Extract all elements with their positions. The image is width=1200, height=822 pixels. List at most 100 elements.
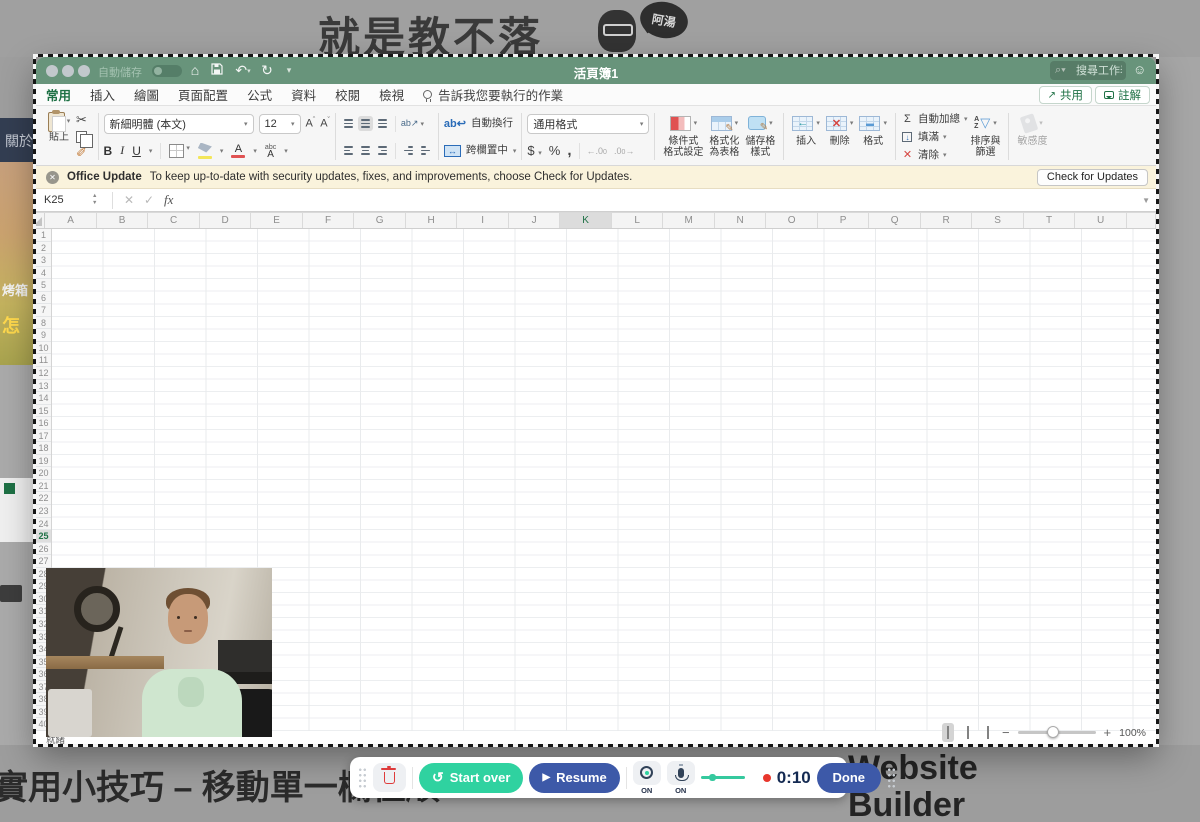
row-header-22[interactable]: 22 — [36, 492, 51, 505]
row-header-27[interactable]: 27 — [36, 555, 51, 568]
comma-style-button[interactable]: , — [567, 142, 571, 159]
row-header-3[interactable]: 3 — [36, 254, 51, 267]
column-header-J[interactable]: J — [509, 213, 561, 228]
row-header-16[interactable]: 16 — [36, 417, 51, 430]
column-header-P[interactable]: P — [818, 213, 870, 228]
column-header-D[interactable]: D — [200, 213, 252, 228]
drag-handle-left[interactable] — [358, 767, 367, 789]
column-header-K[interactable]: K — [560, 213, 612, 228]
row-header-5[interactable]: 5 — [36, 279, 51, 292]
tab-4[interactable]: 頁面配置 — [178, 85, 228, 104]
feedback-smiley-button[interactable]: ☺ — [1133, 62, 1146, 77]
font-size-select[interactable]: 12▾ — [259, 114, 301, 134]
row-header-15[interactable]: 15 — [36, 405, 51, 418]
camera-toggle[interactable]: ON — [633, 761, 661, 795]
row-header-9[interactable]: 9 — [36, 329, 51, 342]
currency-button[interactable]: $ ▾ — [527, 143, 541, 158]
fill-button[interactable]: ↓填滿▾ — [901, 128, 968, 145]
row-header-24[interactable]: 24 — [36, 518, 51, 531]
decrease-indent-button[interactable] — [401, 143, 416, 158]
row-header-6[interactable]: 6 — [36, 292, 51, 305]
row-header-26[interactable]: 26 — [36, 543, 51, 556]
cancel-entry-button[interactable]: ✕ — [124, 193, 134, 207]
column-header-L[interactable]: L — [612, 213, 664, 228]
align-bottom-button[interactable] — [375, 116, 390, 131]
zoom-slider[interactable] — [1018, 731, 1096, 734]
column-header-G[interactable]: G — [354, 213, 406, 228]
align-left-button[interactable] — [341, 143, 356, 158]
insert-function-button[interactable]: fx — [164, 192, 173, 208]
row-header-8[interactable]: 8 — [36, 317, 51, 330]
page-layout-view-button[interactable] — [962, 723, 974, 742]
row-header-7[interactable]: 7 — [36, 304, 51, 317]
tab-8[interactable]: 檢視 — [379, 85, 404, 104]
drag-handle-right[interactable] — [887, 767, 896, 789]
start-over-button[interactable]: ↺ Start over — [419, 763, 523, 793]
tell-me-button[interactable]: 告訴我您要執行的作業 — [423, 85, 563, 104]
tab-1[interactable]: 常用 — [46, 85, 71, 104]
zoom-in-button[interactable]: + — [1104, 725, 1112, 740]
borders-button[interactable]: ▾ — [169, 144, 190, 158]
fill-color-button[interactable] — [198, 143, 212, 159]
row-header-23[interactable]: 23 — [36, 505, 51, 518]
row-header-1[interactable]: 1 — [36, 229, 51, 242]
increase-font-button[interactable]: Aˆ — [306, 117, 316, 130]
comments-button[interactable]: 註解 — [1095, 86, 1150, 104]
tab-5[interactable]: 公式 — [247, 85, 272, 104]
insert-cells-button[interactable]: ←▾ 插入 — [792, 110, 820, 163]
row-header-2[interactable]: 2 — [36, 242, 51, 255]
row-header-25[interactable]: 25 — [36, 530, 51, 543]
page-break-view-button[interactable] — [982, 723, 994, 742]
formula-bar-expand-button[interactable]: ▼ — [1142, 196, 1150, 205]
delete-recording-button[interactable] — [373, 763, 406, 792]
row-header-12[interactable]: 12 — [36, 367, 51, 380]
align-right-button[interactable] — [375, 143, 390, 158]
row-header-13[interactable]: 13 — [36, 380, 51, 393]
column-header-C[interactable]: C — [148, 213, 200, 228]
font-color-button[interactable]: A — [231, 144, 245, 158]
bold-button[interactable]: B — [104, 144, 113, 158]
sort-filter-button[interactable]: AZ▽▾ 排序與 篩選 — [970, 110, 1000, 163]
row-header-21[interactable]: 21 — [36, 480, 51, 493]
conditional-formatting-button[interactable]: ▾ 條件式 格式設定 — [663, 110, 703, 163]
search-input[interactable] — [1050, 61, 1126, 80]
increase-decimal-button[interactable]: ←.00 — [587, 146, 607, 156]
share-button[interactable]: ↗ 共用 — [1039, 86, 1092, 104]
column-header-N[interactable]: N — [715, 213, 767, 228]
zoom-slider-thumb[interactable] — [1047, 726, 1059, 738]
select-all-button[interactable] — [36, 213, 45, 228]
align-center-button[interactable] — [358, 143, 373, 158]
zoom-out-button[interactable]: − — [1002, 725, 1010, 740]
tab-3[interactable]: 繪圖 — [134, 85, 159, 104]
column-header-R[interactable]: R — [921, 213, 973, 228]
resume-button[interactable]: ▶ Resume — [529, 763, 619, 793]
clear-button[interactable]: ✕清除▾ — [901, 146, 968, 163]
decrease-font-button[interactable]: Aˇ — [320, 117, 330, 130]
column-header-H[interactable]: H — [406, 213, 458, 228]
orientation-button[interactable]: ab↗ — [401, 118, 419, 129]
cut-button[interactable]: ✂ — [76, 112, 93, 128]
format-cells-button[interactable]: ▬▾ 格式 — [859, 110, 887, 163]
column-header-S[interactable]: S — [972, 213, 1024, 228]
percent-button[interactable]: % — [549, 143, 561, 158]
mic-toggle[interactable]: ON — [667, 761, 695, 795]
merge-center-button[interactable]: ↔ 跨欄置中 ▾ — [444, 137, 517, 164]
column-header-O[interactable]: O — [766, 213, 818, 228]
wrap-text-button[interactable]: ab↩ 自動換行 — [444, 110, 517, 137]
row-header-17[interactable]: 17 — [36, 430, 51, 443]
row-header-14[interactable]: 14 — [36, 392, 51, 405]
column-header-partial[interactable] — [1127, 213, 1156, 228]
sensitivity-button[interactable]: ▾ 敏感度 — [1017, 110, 1047, 163]
column-header-T[interactable]: T — [1024, 213, 1076, 228]
column-header-F[interactable]: F — [303, 213, 355, 228]
increase-indent-button[interactable] — [418, 143, 433, 158]
underline-button[interactable]: U — [132, 144, 141, 158]
column-header-E[interactable]: E — [251, 213, 303, 228]
row-header-20[interactable]: 20 — [36, 467, 51, 480]
normal-view-button[interactable] — [942, 723, 954, 742]
row-header-11[interactable]: 11 — [36, 354, 51, 367]
align-middle-button[interactable] — [358, 116, 373, 131]
tab-6[interactable]: 資料 — [291, 85, 316, 104]
column-header-Q[interactable]: Q — [869, 213, 921, 228]
tab-7[interactable]: 校閱 — [335, 85, 360, 104]
